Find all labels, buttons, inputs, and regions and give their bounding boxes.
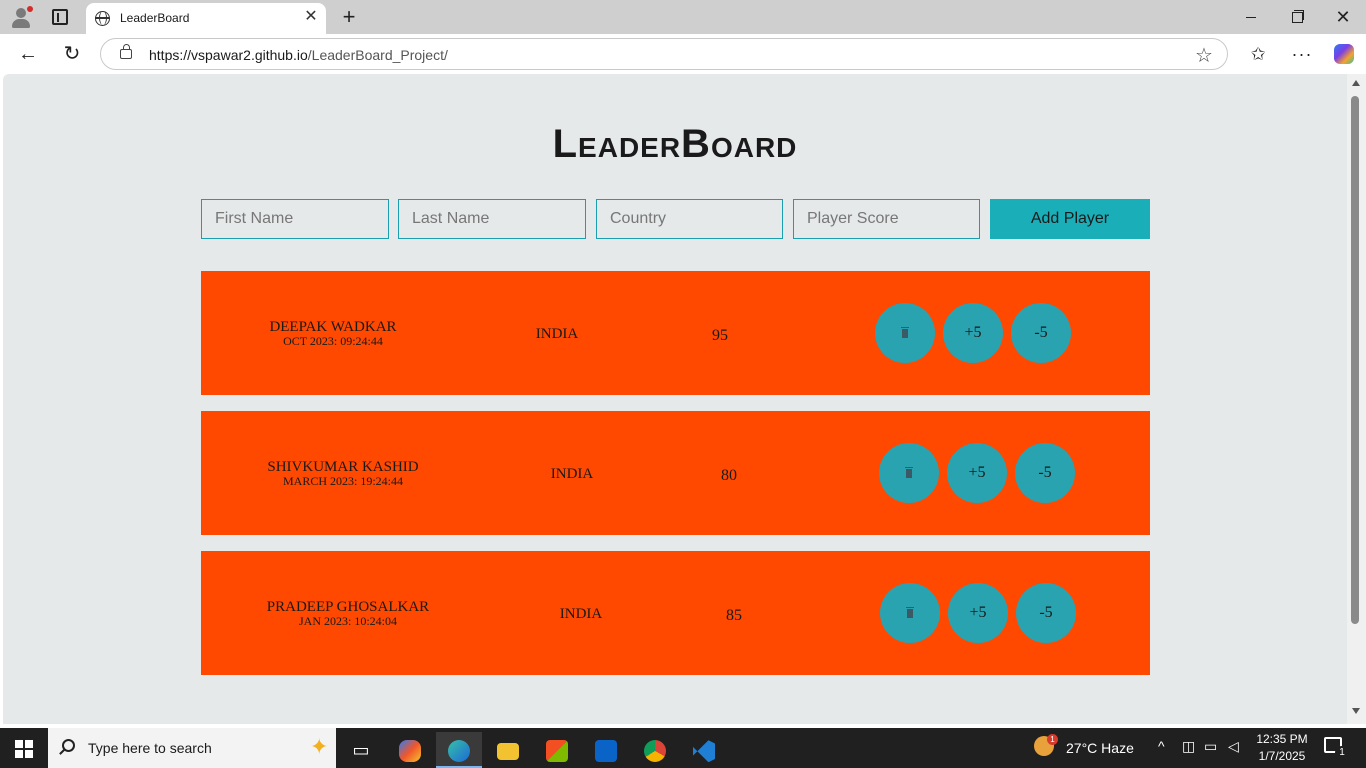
player-date: March 2023: 19:24:44 [282,474,403,488]
player-row: Pradeep Ghosalkar Jan 2023: 10:24:04 Ind… [201,551,1150,675]
tab-title: LeaderBoard [120,11,190,25]
player-score: 95 [712,327,728,344]
reload-button[interactable]: ↻ [58,40,86,68]
minimize-button[interactable] [1228,0,1274,34]
address-bar[interactable]: https://vspawar2.github.io/LeaderBoard_P… [100,38,1228,70]
player-date: Oct 2023: 09:24:44 [283,334,383,348]
country-input[interactable] [596,199,783,239]
edge-icon[interactable] [436,732,482,768]
show-hidden-icons-chevron-icon[interactable]: ^ [1158,738,1165,754]
tab-actions-icon[interactable] [52,9,68,25]
globe-icon [95,11,110,26]
browser-toolbar: ← ↻ https://vspawar2.github.io/LeaderBoa… [0,34,1366,74]
clock[interactable]: 12:35 PM 1/7/2025 [1256,731,1308,765]
trash-icon [905,467,913,478]
scroll-thumb[interactable] [1351,96,1359,624]
tab-strip: LeaderBoard ✕ + ✕ [0,0,1366,34]
player-name: Pradeep Ghosalkar Jan 2023: 10:24:04 [228,599,468,628]
volume-muted-icon[interactable]: ◁ [1228,738,1239,755]
player-row: Deepak Wadkar Oct 2023: 09:24:44 India 9… [201,271,1150,395]
minus-five-button[interactable]: -5 [1011,303,1071,363]
browser-tab[interactable]: LeaderBoard ✕ [86,3,326,34]
trash-icon [901,327,909,338]
notification-count: 1 [1335,746,1349,760]
scroll-up-arrow[interactable] [1352,80,1360,86]
last-name-input[interactable] [398,199,586,239]
url-text[interactable]: https://vspawar2.github.io/LeaderBoard_P… [149,47,448,63]
windows-taskbar: Type here to search ✦ ▭ 1 27°C Haze ^ ◫ … [0,728,1366,768]
back-button[interactable]: ← [14,40,42,68]
player-name: Shivkumar Kashid March 2023: 19:24:44 [223,459,463,488]
sparkle-icon[interactable]: ✦ [310,734,328,760]
search-placeholder: Type here to search [88,740,212,756]
plus-five-button[interactable]: +5 [947,443,1007,503]
player-country: India [535,326,579,342]
restore-button[interactable] [1274,0,1320,34]
close-tab-icon[interactable]: ✕ [302,8,320,26]
weather-text[interactable]: 27°C Haze [1066,740,1134,756]
outlook-icon[interactable] [583,732,629,768]
vscode-icon[interactable] [681,732,727,768]
delete-button[interactable] [880,583,940,643]
minus-five-button[interactable]: -5 [1016,583,1076,643]
plus-five-button[interactable]: +5 [943,303,1003,363]
network-icon[interactable]: ▭ [1204,738,1217,755]
windows-start-icon[interactable] [15,740,33,758]
player-score-input[interactable] [793,199,980,239]
favorite-star-icon[interactable]: ☆ [1195,43,1213,68]
scroll-down-arrow[interactable] [1352,708,1360,714]
favorites-icon[interactable]: ✩ [1244,40,1272,68]
chrome-icon[interactable] [632,732,678,768]
player-score: 85 [726,607,742,624]
player-country: India [559,606,603,622]
profile-icon[interactable] [10,6,33,28]
file-explorer-icon[interactable] [485,732,531,768]
player-name: Deepak Wadkar Oct 2023: 09:24:44 [213,319,453,348]
page-title: LeaderBoard [552,122,798,166]
new-tab-button[interactable]: + [338,4,360,30]
weather-badge: 1 [1047,734,1058,745]
copilot-app-icon[interactable] [387,732,433,768]
store-icon[interactable] [534,732,580,768]
add-player-button[interactable]: Add Player [990,199,1150,239]
page-scrollbar[interactable] [1347,74,1366,724]
trash-icon [906,607,914,618]
task-view-icon[interactable]: ▭ [338,732,384,768]
meet-icon[interactable]: ◫ [1182,738,1195,755]
more-options-icon[interactable]: ··· [1288,40,1316,68]
lock-icon[interactable] [120,44,132,59]
delete-button[interactable] [875,303,935,363]
first-name-input[interactable] [201,199,389,239]
taskbar-search[interactable]: Type here to search ✦ [48,728,336,768]
page-viewport: LeaderBoard Add Player Deepak Wadkar Oct… [3,74,1347,724]
window-close-button[interactable]: ✕ [1320,0,1366,34]
search-icon [62,739,75,752]
player-score: 80 [721,467,737,484]
delete-button[interactable] [879,443,939,503]
copilot-icon[interactable] [1330,40,1358,68]
player-country: India [550,466,594,482]
minus-five-button[interactable]: -5 [1015,443,1075,503]
player-row: Shivkumar Kashid March 2023: 19:24:44 In… [201,411,1150,535]
player-date: Jan 2023: 10:24:04 [298,614,397,628]
plus-five-button[interactable]: +5 [948,583,1008,643]
